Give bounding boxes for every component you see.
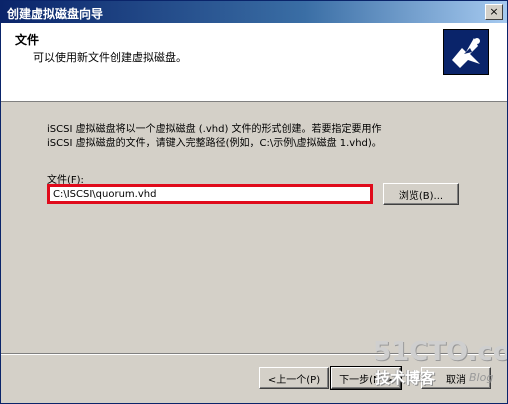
wizard-window: 创建虚拟磁盘向导 × 文件 可以使用新文件创建虚拟磁盘。 iSCSI 虚拟磁盘将… [0, 0, 508, 404]
page-subtitle: 可以使用新文件创建虚拟磁盘。 [33, 51, 187, 64]
page-title: 文件 [15, 33, 40, 47]
back-button[interactable]: <上一个(P) [259, 367, 329, 389]
close-icon: × [489, 5, 499, 18]
title-bar[interactable]: 创建虚拟磁盘向导 × [1, 1, 507, 23]
wizard-disk-icon [443, 29, 489, 75]
description-text: iSCSI 虚拟磁盘将以一个虚拟磁盘 (.vhd) 文件的形式创建。若要指定要用… [47, 124, 382, 149]
watermark: 51CTO.com 技术博客 Blog [373, 337, 507, 403]
watermark-main: 51CTO.com [373, 337, 507, 367]
browse-button[interactable]: 浏览(B)... [383, 183, 459, 205]
window-title: 创建虚拟磁盘向导 [7, 7, 104, 21]
close-button[interactable]: × [485, 4, 503, 20]
watermark-blog: Blog [469, 371, 494, 384]
file-path-input[interactable] [47, 184, 373, 204]
wizard-header: 文件 可以使用新文件创建虚拟磁盘。 [1, 23, 507, 102]
watermark-sub: 技术博客 [375, 369, 436, 387]
